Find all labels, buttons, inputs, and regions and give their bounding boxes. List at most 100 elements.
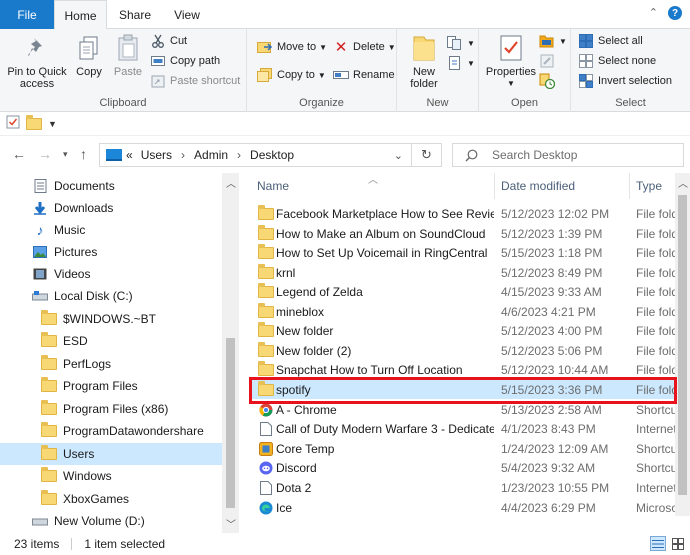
file-list-scroll-thumb[interactable] <box>678 195 687 495</box>
nav-item-xboxgames[interactable]: XboxGames <box>0 488 222 510</box>
file-row[interactable]: New folder (2) 5/12/2023 5:06 PM File fo… <box>250 341 678 360</box>
delete-button[interactable]: ✕ Delete ▼ <box>333 37 396 57</box>
new-folder-button[interactable]: New folder <box>403 33 445 90</box>
pin-to-quick-access-button[interactable]: Pin to Quick access <box>4 33 70 90</box>
nav-item-windows[interactable]: Windows <box>0 465 222 487</box>
nav-item-music[interactable]: ♪ Music <box>0 219 222 241</box>
nav-item-program-files[interactable]: Program Files <box>0 375 222 397</box>
rename-button[interactable]: Rename <box>333 65 395 85</box>
paste-button[interactable]: Paste <box>110 33 146 78</box>
tab-home[interactable]: Home <box>54 0 107 30</box>
file-row[interactable]: How to Set Up Voicemail in RingCentral 5… <box>250 243 678 262</box>
file-row[interactable]: New folder 5/12/2023 4:00 PM File fold <box>250 321 678 340</box>
nav-item-documents[interactable]: Documents <box>0 175 222 197</box>
copy-to-button[interactable]: Copy to ▼ <box>257 65 326 85</box>
nav-item-local-disk-c[interactable]: Local Disk (C:) <box>0 285 222 307</box>
file-list-scrollbar[interactable]: ︿ <box>675 173 690 516</box>
clipboard-group-label: Clipboard <box>99 97 147 109</box>
tab-share[interactable]: Share <box>110 0 160 29</box>
new-folder-quick-icon[interactable] <box>26 114 42 133</box>
recent-locations-icon[interactable]: ▾ <box>63 149 68 160</box>
navigation-bar: ← → ▾ ↑ « Users › Admin › Desktop ⌄ ↻ Se… <box>0 137 690 173</box>
navigation-pane-scroll-thumb[interactable] <box>226 338 235 508</box>
invert-selection-button[interactable]: Invert selection <box>578 71 672 91</box>
help-icon[interactable]: ? <box>668 6 682 20</box>
details-view-icon[interactable] <box>650 536 666 551</box>
nav-item-videos[interactable]: Videos <box>0 263 222 285</box>
collapse-ribbon-icon[interactable]: ⌃ <box>649 6 658 20</box>
large-icons-view-icon[interactable] <box>670 536 686 551</box>
file-row[interactable]: Dota 2 1/23/2023 10:55 PM Internet <box>250 478 677 497</box>
column-divider[interactable] <box>629 173 630 199</box>
select-group: Select all Select none Invert selection … <box>571 29 690 112</box>
quick-access-toolbar: ▼ <box>0 112 690 136</box>
refresh-icon[interactable]: ↻ <box>411 144 441 166</box>
breadcrumb-desktop[interactable]: Desktop <box>250 148 294 162</box>
breadcrumb-admin[interactable]: Admin <box>194 148 228 162</box>
forward-arrow-icon[interactable]: → <box>38 146 52 162</box>
move-to-icon <box>257 39 273 55</box>
select-none-button[interactable]: Select none <box>578 51 656 71</box>
customize-toolbar-icon[interactable]: ▼ <box>48 119 57 129</box>
file-row[interactable]: Call of Duty Modern Warfare 3 - Dedicate… <box>250 419 677 438</box>
properties-quick-icon[interactable] <box>6 115 20 132</box>
file-date: 1/24/2023 12:09 AM <box>501 441 609 456</box>
path-overflow[interactable]: « <box>126 148 133 162</box>
scroll-up-icon[interactable]: ︿ <box>678 175 688 190</box>
file-row[interactable]: krnl 5/12/2023 8:49 PM File fold <box>250 263 678 282</box>
address-dropdown-icon[interactable]: ⌄ <box>394 149 403 162</box>
tab-view[interactable]: View <box>163 0 211 29</box>
nav-item-programdatawondershare[interactable]: ProgramDatawondershare <box>0 420 222 442</box>
file-row-selected[interactable]: spotify 5/15/2023 3:36 PM File fold <box>250 380 678 399</box>
file-row[interactable]: mineblox 4/6/2023 4:21 PM File fold <box>250 302 678 321</box>
move-to-button[interactable]: Move to ▼ <box>257 37 327 57</box>
navigation-pane-scrollbar[interactable]: ︿ ﹀ <box>222 173 239 533</box>
paste-shortcut-button[interactable]: Paste shortcut <box>150 71 240 91</box>
file-row[interactable]: How to Make an Album on SoundCloud 5/12/… <box>250 224 678 243</box>
nav-item-downloads[interactable]: Downloads <box>0 197 222 219</box>
file-row[interactable]: Facebook Marketplace How to See Revie...… <box>250 204 678 223</box>
column-divider[interactable] <box>494 173 495 199</box>
copy-button[interactable]: Copy <box>72 33 106 78</box>
back-arrow-icon[interactable]: ← <box>12 146 26 162</box>
move-to-label: Move to <box>277 41 317 53</box>
nav-item-program-files-x86[interactable]: Program Files (x86) <box>0 398 222 420</box>
nav-item-pictures[interactable]: Pictures <box>0 241 222 263</box>
search-box[interactable]: Search Desktop <box>452 143 684 167</box>
scroll-up-icon[interactable]: ︿ <box>226 175 236 190</box>
file-row[interactable]: Ice 4/4/2023 6:29 PM Microso <box>250 498 678 517</box>
cut-button[interactable]: Cut <box>150 31 187 51</box>
column-header-name[interactable]: Name <box>257 173 289 199</box>
file-row[interactable]: Core Temp 1/24/2023 12:09 AM Shortcut <box>250 439 681 458</box>
properties-button[interactable]: Properties ▼ <box>483 33 539 90</box>
new-item-button[interactable]: ▼ <box>447 33 475 53</box>
file-row[interactable]: A - Chrome 5/13/2023 2:58 AM Shortcut <box>250 400 681 419</box>
documents-icon <box>32 179 48 193</box>
column-header-type[interactable]: Type <box>636 173 662 199</box>
nav-item-esd[interactable]: ESD <box>0 330 222 352</box>
tab-file[interactable]: File <box>0 0 54 29</box>
nav-item-new-volume-d[interactable]: New Volume (D:) <box>0 510 222 532</box>
up-arrow-icon[interactable]: ↑ <box>80 146 87 162</box>
open-button[interactable]: ▼ <box>539 31 567 51</box>
file-row[interactable]: Legend of Zelda 4/15/2023 9:33 AM File f… <box>250 282 678 301</box>
file-row[interactable]: Discord 5/4/2023 9:32 AM Shortcut <box>250 458 681 477</box>
edit-button[interactable] <box>539 51 559 71</box>
copy-path-button[interactable]: Copy path <box>150 51 220 71</box>
breadcrumb-separator[interactable]: › <box>181 148 185 162</box>
nav-item-label: New Volume (D:) <box>54 514 145 528</box>
breadcrumb-separator[interactable]: › <box>237 148 241 162</box>
breadcrumb-users[interactable]: Users <box>141 148 172 162</box>
scroll-down-icon[interactable]: ﹀ <box>226 516 236 531</box>
select-all-button[interactable]: Select all <box>578 31 643 51</box>
nav-item-users[interactable]: Users <box>0 443 222 465</box>
nav-item-perflogs[interactable]: PerfLogs <box>0 353 222 375</box>
easy-access-button[interactable]: ▼ <box>447 53 475 73</box>
discord-icon <box>258 461 274 475</box>
nav-item-windows-bt[interactable]: $WINDOWS.~BT <box>0 308 222 330</box>
history-button[interactable] <box>539 71 559 91</box>
column-header-date-modified[interactable]: Date modified <box>501 173 575 199</box>
folder-icon <box>41 310 57 326</box>
address-bar[interactable]: « Users › Admin › Desktop ⌄ ↻ <box>99 143 442 167</box>
file-row[interactable]: Snapchat How to Turn Off Location 5/12/2… <box>250 360 678 379</box>
